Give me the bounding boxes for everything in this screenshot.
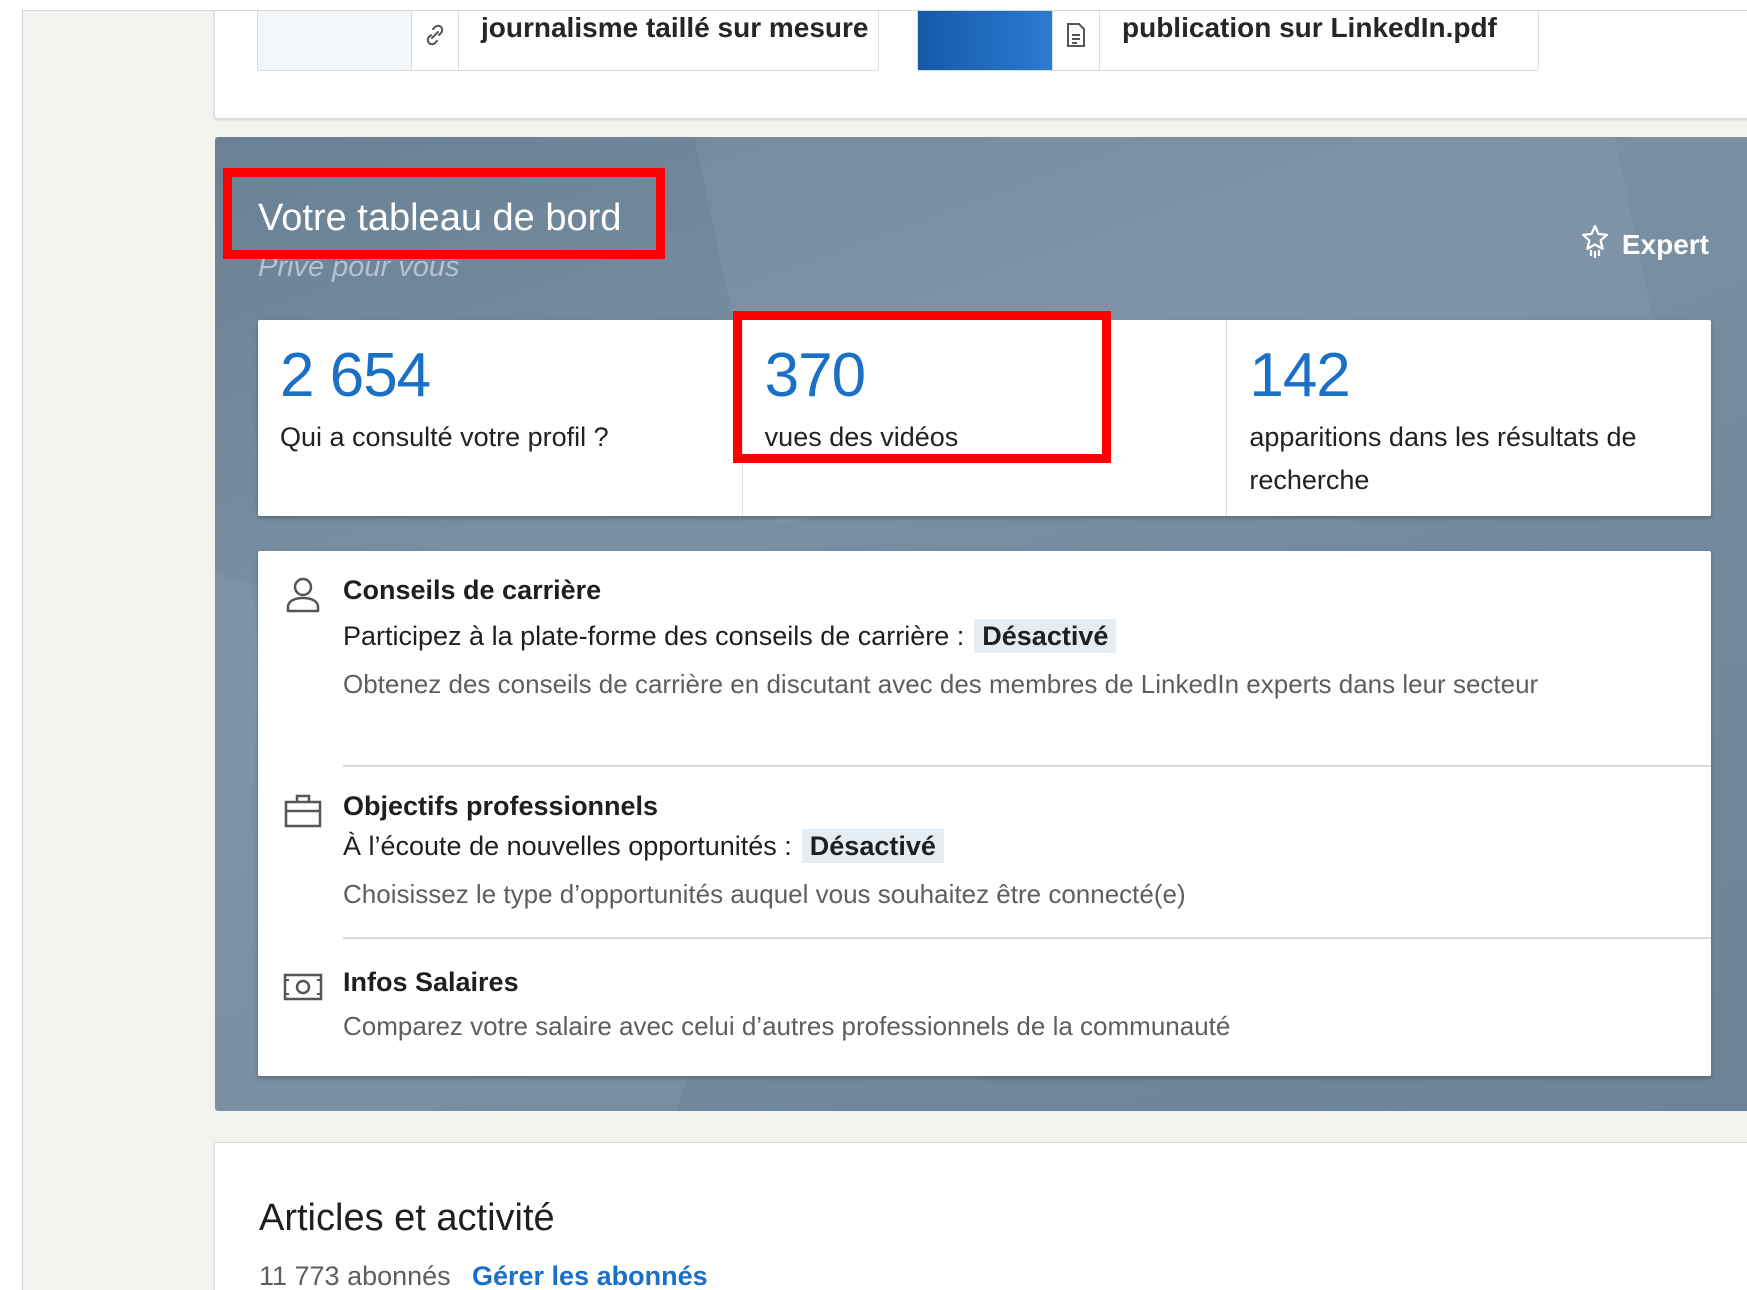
status-badge[interactable]: Désactivé: [974, 619, 1117, 653]
documents-card: journalisme taillé sur mesure publicatio…: [214, 11, 1747, 119]
stat-value: 370: [764, 341, 866, 410]
document-item[interactable]: publication sur LinkedIn.pdf: [917, 11, 1539, 71]
link-icon: [412, 11, 459, 70]
stat-value: 142: [1249, 341, 1350, 410]
stat-label: Qui a consulté votre profil ?: [280, 422, 609, 452]
dashboard-subtitle: Privé pour vous: [258, 251, 460, 283]
feature-title[interactable]: Conseils de carrière: [343, 575, 601, 606]
feature-setting: À l’écoute de nouvelles opportunités : Dé…: [343, 829, 944, 863]
stat-search-appearances[interactable]: 142 apparitions dans les résultats de re…: [1226, 320, 1711, 516]
section-title: Articles et activité: [259, 1197, 555, 1239]
profile-page: journalisme taillé sur mesure publicatio…: [22, 10, 1747, 1290]
feature-salary-insights: Infos Salaires Comparez votre salaire av…: [258, 939, 1711, 1076]
feature-description: Obtenez des conseils de carrière en disc…: [343, 669, 1539, 699]
document-thumbnail: [258, 11, 412, 70]
followers-count: 11 773 abonnés: [259, 1261, 451, 1290]
document-icon: [1053, 11, 1100, 70]
feature-title[interactable]: Infos Salaires: [343, 967, 519, 998]
feature-setting-text: À l’écoute de nouvelles opportunités :: [343, 831, 792, 861]
stat-profile-views[interactable]: 2 654 Qui a consulté votre profil ?: [258, 320, 742, 516]
stat-label: apparitions dans les résultats de recher…: [1249, 422, 1637, 495]
features-panel: Conseils de carrière Participez à la pla…: [258, 551, 1711, 1076]
dashboard-card: Votre tableau de bord Privé pour vous Ex…: [215, 137, 1747, 1111]
stat-video-views[interactable]: 370 vues des vidéos: [741, 320, 1227, 516]
expert-badge-link[interactable]: Expert: [1580, 223, 1709, 266]
star-icon: [1580, 223, 1610, 266]
document-thumbnail: [918, 11, 1053, 70]
feature-description: Choisissez le type d’opportunités auquel…: [343, 879, 1186, 909]
feature-career-advice: Conseils de carrière Participez à la pla…: [258, 551, 1711, 766]
stat-value: 2 654: [280, 341, 431, 410]
stats-panel: 2 654 Qui a consulté votre profil ? 370 …: [258, 320, 1711, 516]
document-item[interactable]: journalisme taillé sur mesure: [257, 11, 879, 71]
person-icon: [283, 575, 323, 615]
manage-followers-link[interactable]: Gérer les abonnés: [472, 1261, 708, 1290]
dashboard-title: Votre tableau de bord: [258, 197, 622, 239]
articles-card: Articles et activité 11 773 abonnés Gére…: [214, 1142, 1747, 1290]
document-title: journalisme taillé sur mesure: [481, 12, 869, 43]
feature-career-interests: Objectifs professionnels À l’écoute de n…: [258, 767, 1711, 937]
status-badge[interactable]: Désactivé: [801, 829, 944, 863]
feature-description: Comparez votre salaire avec celui d’autr…: [343, 1011, 1231, 1041]
expert-label: Expert: [1621, 228, 1709, 260]
briefcase-icon: [283, 791, 323, 831]
feature-setting-text: Participez à la plate-forme des conseils…: [343, 621, 965, 651]
feature-setting: Participez à la plate-forme des conseils…: [343, 619, 1117, 653]
document-title: publication sur LinkedIn.pdf: [1122, 12, 1497, 43]
stat-label: vues des vidéos: [764, 422, 959, 452]
feature-title[interactable]: Objectifs professionnels: [343, 791, 658, 822]
money-icon: [283, 967, 323, 1007]
